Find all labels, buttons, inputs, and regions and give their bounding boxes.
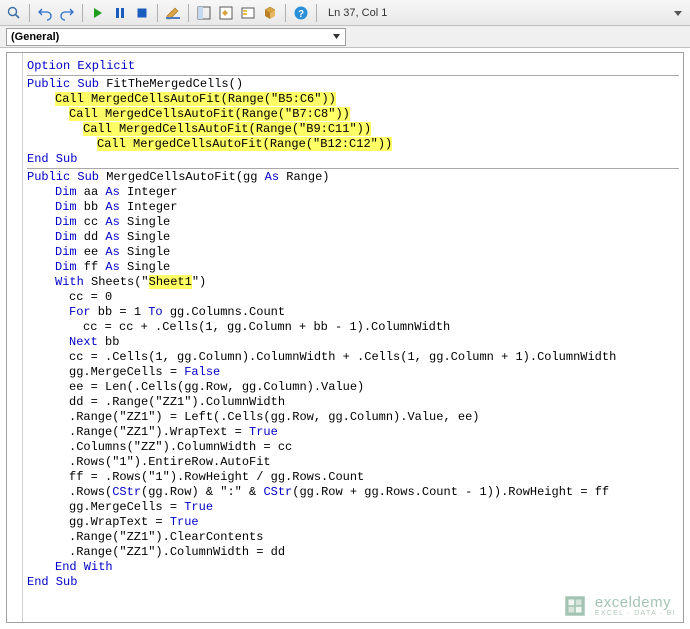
code-editor[interactable]: Option Explicit Public Sub FitTheMergedC… (6, 52, 684, 623)
undo-icon[interactable] (35, 3, 55, 23)
toolbar-overflow-icon[interactable] (672, 3, 684, 23)
toolbox-icon[interactable] (260, 3, 280, 23)
object-dropdown-value: (General) (11, 31, 59, 43)
code-content[interactable]: Option Explicit Public Sub FitTheMergedC… (27, 59, 679, 618)
project-explorer-icon[interactable] (194, 3, 214, 23)
help-icon[interactable]: ? (291, 3, 311, 23)
reset-icon[interactable] (132, 3, 152, 23)
run-icon[interactable] (88, 3, 108, 23)
design-mode-icon[interactable] (163, 3, 183, 23)
redo-icon[interactable] (57, 3, 77, 23)
cursor-position: Ln 37, Col 1 (328, 7, 387, 19)
toolbar: ? Ln 37, Col 1 (0, 0, 690, 26)
object-browser-icon[interactable] (238, 3, 258, 23)
break-icon[interactable] (110, 3, 130, 23)
object-procedure-bar: (General) (0, 26, 690, 48)
find-icon[interactable] (4, 3, 24, 23)
object-dropdown[interactable]: (General) (6, 28, 346, 46)
margin-indicator (9, 53, 23, 622)
properties-icon[interactable] (216, 3, 236, 23)
svg-text:?: ? (298, 9, 304, 20)
